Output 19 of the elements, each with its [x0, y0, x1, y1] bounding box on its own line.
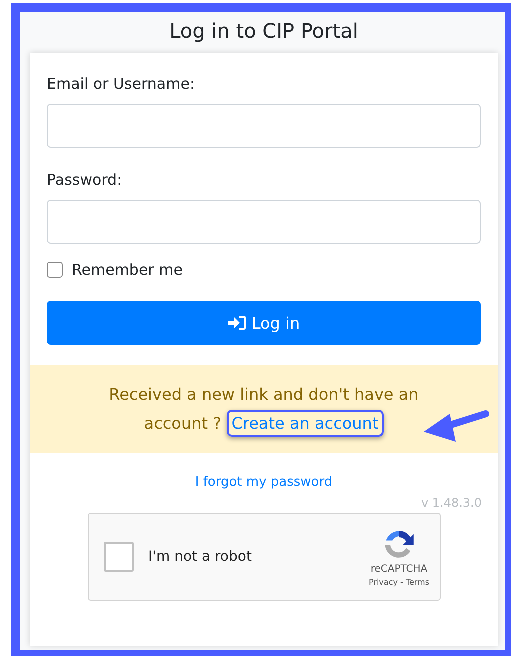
- page-title: Log in to CIP Portal: [170, 18, 358, 45]
- create-account-link[interactable]: Create an account: [226, 410, 384, 437]
- version-text: v 1.48.3.0: [421, 496, 482, 510]
- input-field[interactable]: [47, 104, 481, 148]
- sign-in-icon: [228, 315, 246, 331]
- login-button[interactable]: Log in: [47, 301, 481, 345]
- forgot-password-link[interactable]: I forgot my password: [195, 475, 333, 490]
- checkbox[interactable]: [47, 262, 63, 278]
- field-label: Email or Username:: [47, 75, 196, 93]
- captcha-checkbox[interactable]: [104, 542, 134, 572]
- captcha-label: I'm not a robot: [148, 549, 253, 565]
- input-field[interactable]: [47, 200, 481, 244]
- privacy-link[interactable]: Privacy: [368, 578, 398, 586]
- notice-text: Received a new link and don't have an account ? Create an account: [109, 385, 419, 437]
- field-label: Password:: [47, 171, 122, 189]
- captcha-brand: reCAPTCHA: [370, 564, 428, 574]
- checkbox-label: Remember me: [72, 261, 183, 279]
- separator-text: -: [400, 578, 404, 586]
- terms-link[interactable]: Terms: [406, 578, 430, 586]
